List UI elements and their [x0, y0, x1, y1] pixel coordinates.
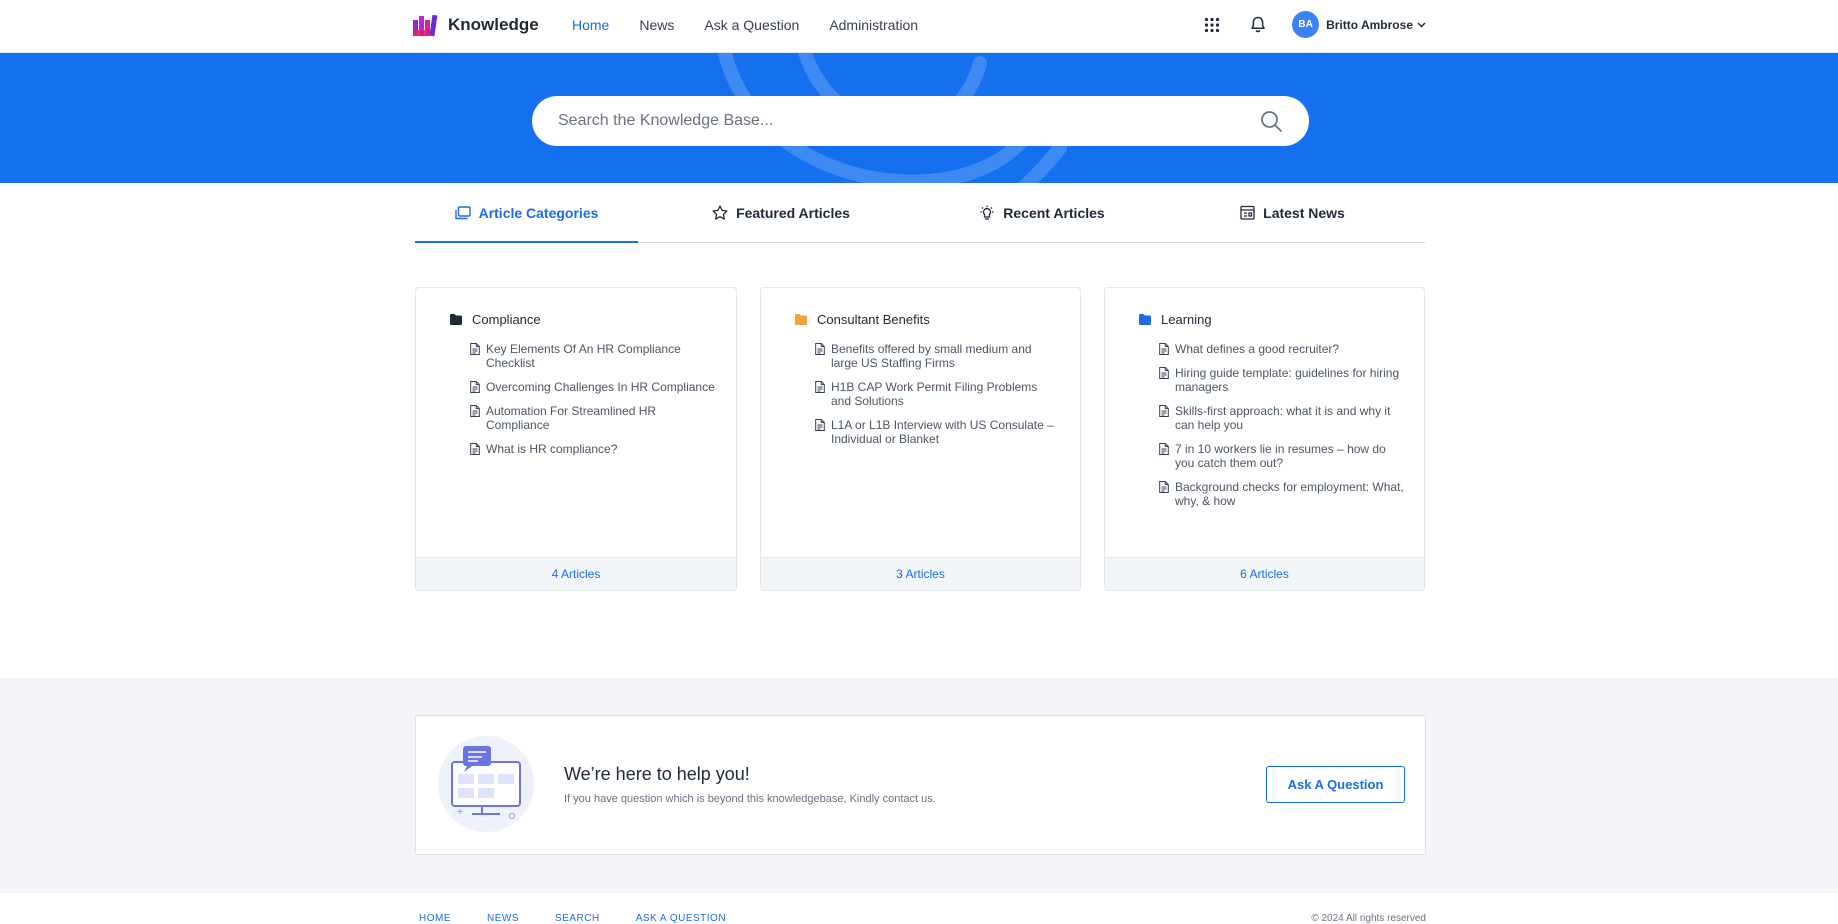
article-title: H1B CAP Work Permit Filing Problems and … — [831, 380, 1038, 408]
ask-question-button[interactable]: Ask A Question — [1266, 766, 1405, 803]
tab-label: Recent Articles — [1003, 204, 1105, 221]
footer: HOME NEWS SEARCH ASK A QUESTION © 2024 A… — [0, 893, 1838, 924]
document-icon — [1159, 343, 1169, 355]
search-bar — [532, 96, 1309, 146]
tab-label: Article Categories — [478, 204, 599, 221]
top-navbar: Knowledge Home News Ask a Question Admin… — [0, 0, 1838, 53]
article-list: What defines a good recruiter? Hiring gu… — [1159, 342, 1404, 518]
article-title: Key Elements Of An HR Compliance Checkli… — [486, 342, 681, 370]
tab-featured-articles[interactable]: Featured Articles — [638, 183, 924, 242]
document-icon — [815, 419, 825, 431]
nav-administration[interactable]: Administration — [829, 17, 918, 33]
search-icon[interactable] — [1259, 109, 1283, 133]
category-card-compliance: Compliance Key Elements Of An HR Complia… — [415, 287, 737, 591]
category-card-consultant-benefits: Consultant Benefits Benefits offered by … — [760, 287, 1081, 591]
category-name: Compliance — [472, 312, 541, 327]
folder-icon — [450, 314, 462, 325]
category-title[interactable]: Compliance — [450, 312, 541, 327]
hero-banner — [0, 53, 1838, 183]
help-section: We’re here to help you! If you have ques… — [0, 678, 1838, 893]
article-link[interactable]: Benefits offered by small medium and lar… — [815, 342, 1060, 370]
article-title: L1A or L1B Interview with US Consulate –… — [831, 418, 1054, 446]
document-icon — [470, 405, 480, 417]
copyright: © 2024 All rights reserved — [1311, 913, 1426, 924]
books-logo-icon — [413, 14, 438, 37]
document-icon — [470, 381, 480, 393]
content-tabs: Article Categories Featured Articles Rec… — [415, 183, 1425, 243]
main-nav: Home News Ask a Question Administration — [572, 17, 918, 33]
nav-home[interactable]: Home — [572, 17, 609, 33]
article-link[interactable]: Hiring guide template: guidelines for hi… — [1159, 366, 1404, 394]
nav-ask-question[interactable]: Ask a Question — [704, 17, 799, 33]
footer-link-news[interactable]: NEWS — [487, 913, 519, 924]
article-count-link[interactable]: 3 Articles — [761, 557, 1080, 590]
article-title: Hiring guide template: guidelines for hi… — [1175, 366, 1400, 394]
brand[interactable]: Knowledge — [412, 12, 539, 38]
footer-link-ask-question[interactable]: ASK A QUESTION — [636, 913, 726, 924]
lightbulb-icon — [980, 205, 994, 220]
tab-label: Latest News — [1263, 204, 1345, 221]
user-avatar[interactable]: BA — [1292, 11, 1320, 38]
document-icon — [1159, 367, 1169, 379]
article-link[interactable]: Automation For Streamlined HR Compliance — [470, 404, 716, 432]
document-icon — [1159, 443, 1169, 455]
chevron-down-icon[interactable] — [1417, 21, 1426, 28]
article-link[interactable]: Skills-first approach: what it is and wh… — [1159, 404, 1404, 432]
document-icon — [1159, 405, 1169, 417]
category-title[interactable]: Consultant Benefits — [795, 312, 930, 327]
folder-icon — [795, 314, 807, 325]
folders-icon — [454, 205, 471, 219]
apps-grid-icon[interactable] — [1200, 13, 1224, 37]
article-link[interactable]: Key Elements Of An HR Compliance Checkli… — [470, 342, 716, 370]
footer-links: HOME NEWS SEARCH ASK A QUESTION — [419, 913, 726, 924]
footer-link-home[interactable]: HOME — [419, 913, 451, 924]
support-computer-illustration-icon — [438, 736, 534, 832]
folder-icon — [1139, 314, 1151, 325]
calendar-news-icon — [1240, 205, 1255, 220]
tab-recent-articles[interactable]: Recent Articles — [924, 183, 1160, 242]
star-icon — [712, 205, 728, 220]
document-icon — [470, 443, 480, 455]
category-title[interactable]: Learning — [1139, 312, 1212, 327]
user-name[interactable]: Britto Ambrose — [1326, 18, 1413, 32]
article-list: Benefits offered by small medium and lar… — [815, 342, 1060, 456]
footer-link-search[interactable]: SEARCH — [555, 913, 600, 924]
article-count-link[interactable]: 6 Articles — [1105, 557, 1424, 590]
article-list: Key Elements Of An HR Compliance Checkli… — [470, 342, 716, 466]
article-link[interactable]: What defines a good recruiter? — [1159, 342, 1404, 356]
article-link[interactable]: 7 in 10 workers lie in resumes – how do … — [1159, 442, 1404, 470]
article-link[interactable]: Background checks for employment: What, … — [1159, 480, 1404, 508]
header-actions: BA Britto Ambrose — [1200, 11, 1426, 38]
article-link[interactable]: Overcoming Challenges In HR Compliance — [470, 380, 716, 394]
category-name: Learning — [1161, 312, 1212, 327]
article-link[interactable]: H1B CAP Work Permit Filing Problems and … — [815, 380, 1060, 408]
article-title: Benefits offered by small medium and lar… — [831, 342, 1032, 370]
document-icon — [1159, 481, 1169, 493]
category-name: Consultant Benefits — [817, 312, 930, 327]
document-icon — [470, 343, 480, 355]
article-title: Skills-first approach: what it is and wh… — [1175, 404, 1391, 432]
article-link[interactable]: What is HR compliance? — [470, 442, 716, 456]
document-icon — [815, 343, 825, 355]
category-card-learning: Learning What defines a good recruiter? … — [1104, 287, 1425, 591]
article-title: What defines a good recruiter? — [1175, 342, 1340, 356]
document-icon — [815, 381, 825, 393]
article-title: Overcoming Challenges In HR Compliance — [486, 380, 715, 394]
help-card: We’re here to help you! If you have ques… — [415, 715, 1426, 855]
notification-bell-icon[interactable] — [1246, 13, 1270, 37]
article-title: Background checks for employment: What, … — [1175, 480, 1404, 508]
help-title: We’re here to help you! — [564, 764, 750, 784]
tab-label: Featured Articles — [736, 204, 850, 221]
search-input[interactable] — [558, 112, 1259, 130]
brand-name: Knowledge — [448, 15, 539, 34]
article-title: What is HR compliance? — [486, 442, 618, 456]
nav-news[interactable]: News — [639, 17, 674, 33]
article-title: 7 in 10 workers lie in resumes – how do … — [1175, 442, 1386, 470]
article-title: Automation For Streamlined HR Compliance — [486, 404, 657, 432]
article-count-link[interactable]: 4 Articles — [416, 557, 736, 590]
help-subtitle: If you have question which is beyond thi… — [564, 793, 936, 805]
tab-article-categories[interactable]: Article Categories — [415, 183, 638, 243]
tab-latest-news[interactable]: Latest News — [1160, 183, 1425, 242]
article-link[interactable]: L1A or L1B Interview with US Consulate –… — [815, 418, 1060, 446]
